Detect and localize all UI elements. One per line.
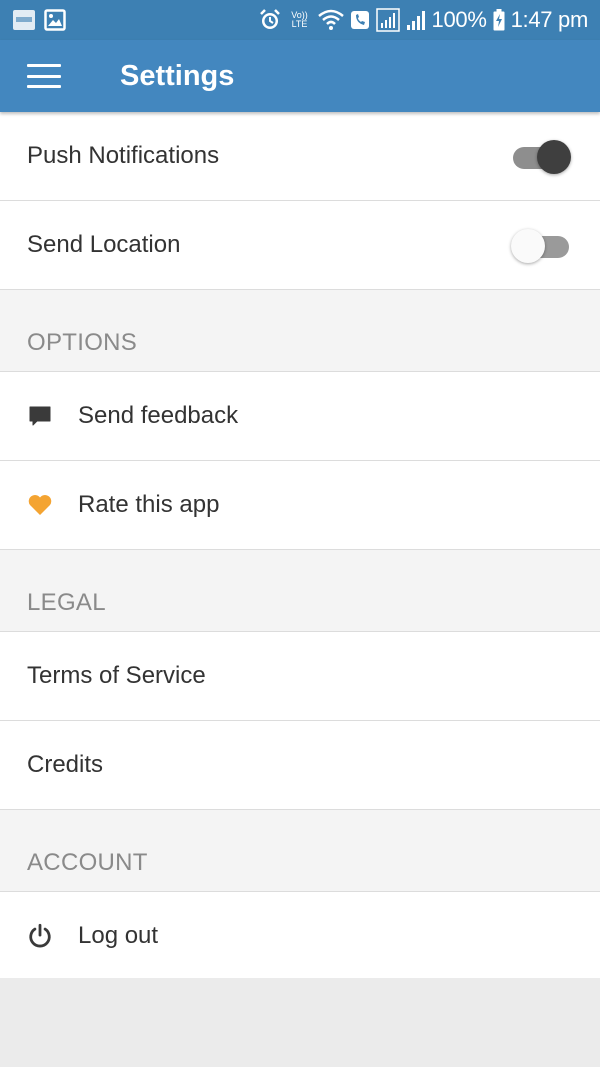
- terms-of-service-label: Terms of Service: [27, 662, 206, 689]
- credits-row[interactable]: Credits: [0, 721, 600, 810]
- settings-screen: Vo)) LTE 100% 1:47 pm Settings Push Noti…: [0, 0, 600, 1067]
- section-header-options: OPTIONS: [0, 290, 600, 372]
- empty-area: [0, 978, 600, 1067]
- notification-app-icon: [12, 9, 36, 31]
- send-location-label: Send Location: [27, 231, 181, 258]
- credits-label: Credits: [27, 751, 104, 778]
- push-notifications-label: Push Notifications: [27, 142, 220, 169]
- terms-of-service-row[interactable]: Terms of Service: [0, 632, 600, 721]
- rate-app-label: Rate this app: [78, 491, 220, 518]
- section-header-legal: LEGAL: [0, 550, 600, 632]
- send-feedback-label: Send feedback: [78, 402, 239, 429]
- send-location-toggle[interactable]: [511, 227, 573, 263]
- log-out-label: Log out: [78, 922, 159, 949]
- call-icon: [350, 9, 370, 31]
- page-title: Settings: [120, 59, 235, 92]
- log-out-row[interactable]: Log out: [0, 892, 600, 981]
- status-time: 1:47 pm: [510, 7, 589, 32]
- volte-icon: Vo)) LTE: [291, 10, 308, 29]
- section-title-options: OPTIONS: [27, 329, 138, 356]
- battery-percent: 100%: [431, 7, 487, 32]
- wifi-icon: [317, 9, 344, 31]
- heart-icon: [27, 492, 53, 518]
- app-bar: Settings: [0, 40, 600, 112]
- battery-charging-icon: [493, 9, 505, 31]
- gallery-icon: [44, 9, 66, 31]
- settings-list: Push Notifications Send Location OPTIONS…: [0, 112, 600, 981]
- push-notifications-toggle[interactable]: [511, 138, 573, 174]
- chat-bubble-icon: [27, 403, 53, 429]
- section-header-account: ACCOUNT: [0, 810, 600, 892]
- alarm-icon: [258, 8, 282, 32]
- section-title-account: ACCOUNT: [27, 849, 148, 876]
- send-feedback-row[interactable]: Send feedback: [0, 372, 600, 461]
- send-location-row[interactable]: Send Location: [0, 201, 600, 290]
- push-notifications-row[interactable]: Push Notifications: [0, 112, 600, 201]
- signal-icon: [375, 8, 400, 32]
- hamburger-menu-icon[interactable]: [0, 40, 88, 112]
- status-bar: Vo)) LTE 100% 1:47 pm: [0, 0, 600, 40]
- rate-app-row[interactable]: Rate this app: [0, 461, 600, 550]
- power-icon: [27, 923, 53, 949]
- signal-icon: [406, 9, 426, 31]
- section-title-legal: LEGAL: [27, 589, 106, 616]
